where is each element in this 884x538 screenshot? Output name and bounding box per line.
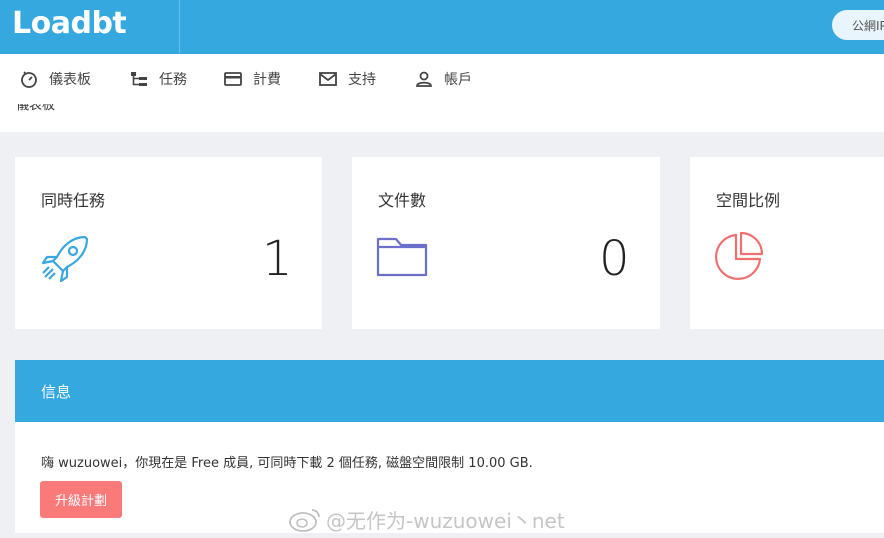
- nav-item-label: 計費: [253, 72, 281, 88]
- nav-item-label: 帳戶: [444, 72, 472, 88]
- card-title: 空間比例: [716, 191, 781, 210]
- info-panel-header: 信息: [15, 360, 884, 422]
- nav-item-label: 任務: [159, 72, 187, 88]
- card-value: 0: [599, 231, 630, 287]
- stat-card-space-ratio: 空間比例: [690, 157, 884, 329]
- watermark-text: @无作为-wuzuowei丶net: [326, 509, 565, 533]
- topbar-divider: [179, 0, 180, 54]
- breadcrumb: 儀表板: [16, 104, 56, 113]
- task-tree-icon: [131, 72, 147, 86]
- weibo-logo-icon: [289, 508, 320, 532]
- nav-item-tasks[interactable]: 任務: [129, 68, 187, 90]
- membership-message: 嗨 wuzuowei，你現在是 Free 成員, 可同時下載 2 個任務, 磁盤…: [41, 456, 533, 471]
- pie-chart-icon: [715, 231, 764, 280]
- main-nav: 儀表板 任務 計費 支持 帳戶: [0, 54, 884, 104]
- credit-card-icon: [224, 72, 242, 86]
- user-icon: [416, 71, 432, 87]
- watermark: @无作为-wuzuowei丶net: [288, 505, 565, 534]
- upgrade-plan-button[interactable]: 升級計劃: [40, 481, 122, 518]
- nav-item-label: 儀表板: [49, 72, 91, 88]
- stat-card-file-count: 文件數 0: [352, 157, 660, 329]
- top-bar: Loadbt 公網IP: [0, 0, 884, 54]
- card-title: 同時任務: [41, 191, 106, 210]
- nav-item-dashboard[interactable]: 儀表板: [19, 68, 91, 90]
- nav-item-account[interactable]: 帳戶: [414, 68, 472, 90]
- logo[interactable]: Loadbt: [12, 6, 127, 42]
- nav-item-support[interactable]: 支持: [318, 68, 376, 90]
- card-title: 文件數: [378, 191, 427, 210]
- folder-icon: [376, 237, 428, 277]
- public-ip-pill[interactable]: 公網IP: [832, 10, 884, 40]
- dashboard-gauge-icon: [21, 71, 37, 88]
- card-value: 1: [262, 231, 293, 287]
- nav-item-label: 支持: [348, 72, 376, 88]
- mail-icon: [319, 72, 337, 86]
- rocket-icon: [41, 235, 89, 283]
- bottom-edge: [0, 533, 884, 538]
- nav-item-billing[interactable]: 計費: [223, 68, 281, 90]
- stat-card-concurrent-tasks: 同時任務 1: [15, 157, 322, 329]
- breadcrumb-strip: 儀表板: [0, 104, 884, 132]
- info-panel-title: 信息: [41, 383, 72, 401]
